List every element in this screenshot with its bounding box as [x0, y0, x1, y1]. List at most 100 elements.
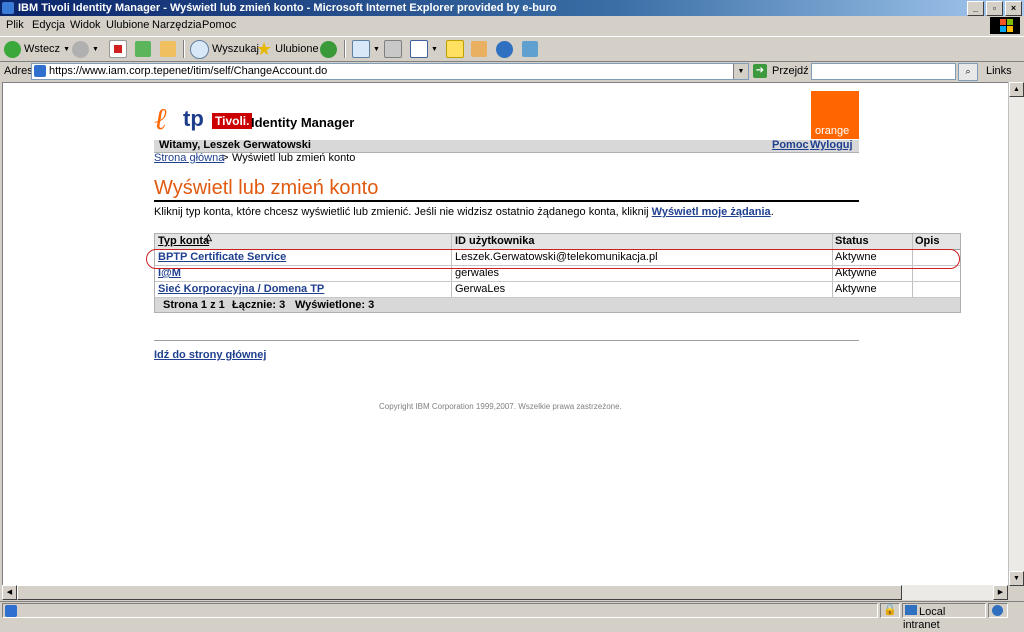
scroll-down-button[interactable]: ▼: [1009, 571, 1024, 586]
globe-icon: [992, 605, 1003, 616]
breadcrumb-home[interactable]: Strona główna: [154, 152, 224, 164]
search-label: Wyszukaj: [212, 43, 259, 55]
tp-logo-icon: ℓ: [154, 102, 167, 137]
address-dropdown-icon[interactable]: ▼: [733, 64, 748, 79]
toolbar-separator: [183, 40, 185, 58]
mail-dropdown-icon[interactable]: ▼: [373, 46, 380, 53]
status-bar: 🔒 Local intranet: [0, 601, 1024, 631]
page-indicator: Strona 1 z 1: [163, 299, 225, 311]
welcome-text: Witamy, Leszek Gerwatowski: [159, 139, 311, 151]
toolbar-search-button[interactable]: ⌕: [958, 63, 978, 81]
home-icon[interactable]: [160, 41, 176, 57]
user-id-cell: GerwaLes: [455, 283, 506, 295]
back-dropdown-icon[interactable]: ▼: [63, 46, 70, 53]
horizontal-scroll-thumb[interactable]: [17, 585, 902, 600]
menu-help[interactable]: Pomoc: [202, 19, 236, 31]
scroll-right-button[interactable]: ▶: [993, 585, 1008, 600]
address-url: https://www.iam.corp.tepenet/itim/self/C…: [49, 65, 328, 77]
shown-count: Wyświetlone: 3: [295, 299, 375, 311]
help-link[interactable]: Pomoc: [772, 139, 809, 151]
status-cell: Aktywne: [835, 283, 877, 295]
menu-favorites[interactable]: Ulubione: [106, 19, 149, 31]
refresh-icon[interactable]: [135, 41, 151, 57]
lock-icon: 🔒: [880, 603, 900, 618]
tivoli-logo: Tivoli.: [212, 113, 253, 129]
highlight-oval: [146, 249, 960, 269]
logout-link[interactable]: Wyloguj: [810, 139, 853, 151]
table-header: Typ konta △ ID użytkownika Status Opis: [155, 232, 960, 250]
address-input[interactable]: https://www.iam.corp.tepenet/itim/self/C…: [31, 63, 749, 80]
maximize-button[interactable]: ▫: [986, 1, 1003, 16]
messenger-icon[interactable]: [496, 40, 513, 58]
star-icon: ★: [256, 38, 273, 59]
favorites-button[interactable]: ★ Ulubione: [256, 39, 319, 59]
notes-icon[interactable]: [446, 40, 464, 58]
stop-icon[interactable]: [109, 40, 127, 58]
search-button[interactable]: Wyszukaj: [190, 39, 259, 59]
minimize-button[interactable]: _: [967, 1, 984, 16]
menu-bar: Plik Edycja Widok Ulubione Narzędzia Pom…: [0, 17, 1024, 35]
back-label: Wstecz: [24, 43, 61, 55]
windows-logo-icon: [990, 17, 1020, 34]
accounts-table: Typ konta △ ID użytkownika Status Opis B…: [154, 232, 961, 313]
zone-indicator: Local intranet: [902, 603, 986, 631]
orange-logo: orange: [811, 91, 859, 139]
view-requests-link[interactable]: Wyświetl moje żądania: [652, 206, 771, 218]
ie-icon: [2, 2, 14, 14]
links-button[interactable]: Links: [986, 65, 1012, 77]
close-button[interactable]: ×: [1005, 1, 1022, 16]
edit-button[interactable]: ▼: [410, 39, 438, 59]
product-name: Identity Manager: [251, 115, 355, 130]
vertical-scrollbar[interactable]: ▲ ▼: [1008, 82, 1024, 586]
window-title: IBM Tivoli Identity Manager - Wyświetl l…: [18, 2, 557, 14]
status-extra: [988, 603, 1008, 618]
intro-text: Kliknij typ konta, które chcesz wyświetl…: [154, 206, 774, 218]
intro-body: Kliknij typ konta, które chcesz wyświetl…: [154, 206, 649, 218]
history-icon[interactable]: [320, 40, 337, 58]
page-title: Wyświetl lub zmień konto: [154, 177, 379, 199]
intranet-icon: [905, 605, 917, 615]
mail-button[interactable]: ▼: [352, 39, 380, 59]
go-home-link[interactable]: Idź do strony głównej: [154, 349, 266, 361]
orange-logo-text: orange: [815, 125, 850, 137]
menu-edit[interactable]: Edycja: [32, 19, 65, 31]
status-message: [2, 603, 878, 618]
address-label: Adres: [4, 65, 33, 77]
column-description: Opis: [915, 235, 940, 247]
toolbar: Wstecz ▼ ▼ Wyszukaj ★ Ulubione ▼ ▼: [0, 36, 1024, 62]
back-arrow-icon: [4, 40, 21, 58]
menu-tools[interactable]: Narzędzia: [152, 19, 202, 31]
copyright-text: Copyright IBM Corporation 1999,2007. Wsz…: [379, 402, 622, 411]
bottom-divider: [154, 340, 859, 341]
page-viewport: ℓ tp Tivoli. Identity Manager orange Wit…: [2, 82, 1009, 586]
edit-dropdown-icon[interactable]: ▼: [431, 46, 438, 53]
scroll-left-button[interactable]: ◀: [2, 585, 17, 600]
account-type-link[interactable]: Sieć Korporacyjna / Domena TP: [158, 283, 324, 295]
mail-icon: [352, 40, 370, 58]
toolbar-search-input[interactable]: [811, 63, 956, 80]
tp-logo-text: tp: [183, 106, 204, 131]
search-icon: [190, 39, 209, 59]
forward-button[interactable]: ▼: [72, 39, 99, 59]
total-count: Łącznie: 3: [232, 299, 286, 311]
column-status: Status: [835, 235, 869, 247]
toolbar-separator: [344, 40, 346, 58]
address-bar: Adres https://www.iam.corp.tepenet/itim/…: [0, 62, 1024, 81]
print-icon[interactable]: [384, 40, 402, 58]
column-account-type[interactable]: Typ konta: [158, 235, 209, 247]
users-icon[interactable]: [522, 41, 538, 57]
menu-view[interactable]: Widok: [70, 19, 101, 31]
go-button[interactable]: Przejdź: [772, 65, 809, 77]
forward-arrow-icon: [72, 40, 89, 58]
go-arrow-icon[interactable]: ➔: [753, 64, 767, 78]
window-controls: _ ▫ ×: [967, 1, 1022, 16]
scroll-up-button[interactable]: ▲: [1009, 82, 1024, 97]
forward-dropdown-icon[interactable]: ▼: [92, 46, 99, 53]
horizontal-scrollbar[interactable]: ◀ ▶: [2, 585, 1008, 600]
back-button[interactable]: Wstecz ▼: [4, 39, 70, 59]
hand-icon[interactable]: [471, 41, 487, 57]
sort-asc-icon[interactable]: △: [205, 232, 212, 243]
intro-end: .: [770, 206, 774, 218]
table-footer: Strona 1 z 1 Łącznie: 3 Wyświetlone: 3: [155, 298, 960, 312]
menu-file[interactable]: Plik: [6, 19, 24, 31]
